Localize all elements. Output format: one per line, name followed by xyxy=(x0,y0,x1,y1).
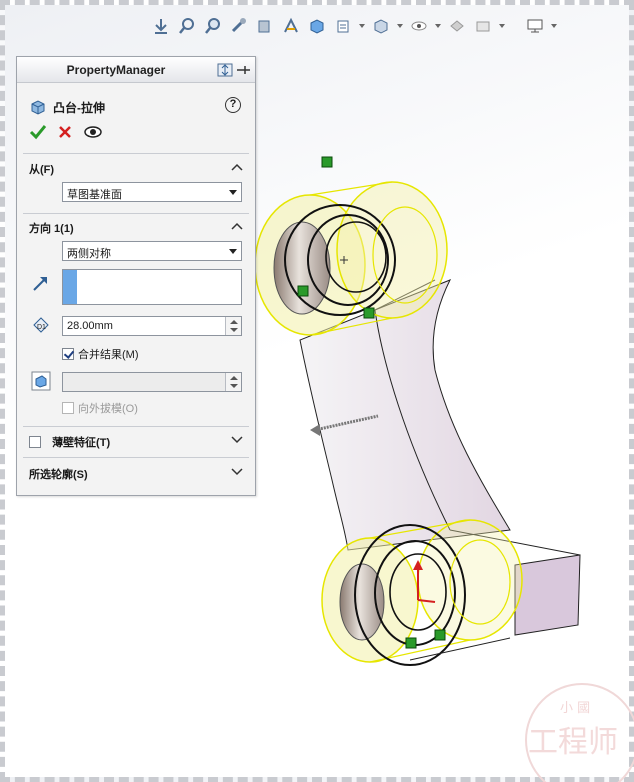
draft-outward-label: 向外拔模(O) xyxy=(78,403,138,415)
section-header-from[interactable]: 从(F) xyxy=(29,161,245,177)
panel-header: PropertyManager xyxy=(17,57,255,83)
action-buttons xyxy=(29,123,103,141)
draft-angle-input xyxy=(62,372,242,392)
display-style-icon[interactable] xyxy=(306,15,328,37)
zoom-in-out-icon[interactable] xyxy=(202,15,224,37)
depth-value: 28.00mm xyxy=(67,320,113,332)
chevron-down-icon[interactable] xyxy=(231,467,243,477)
direction-arrow-icon xyxy=(33,277,47,291)
hide-show-icon[interactable] xyxy=(332,15,354,37)
view-settings-icon[interactable] xyxy=(472,15,494,37)
section-view-icon[interactable] xyxy=(254,15,276,37)
pin-icon[interactable] xyxy=(235,62,251,78)
panel-title: PropertyManager xyxy=(66,63,166,77)
draft-icon[interactable] xyxy=(31,371,51,391)
close-icon[interactable] xyxy=(57,124,73,140)
edit-appearance-icon[interactable] xyxy=(370,15,392,37)
svg-text:工程师: 工程师 xyxy=(528,725,618,760)
section-header-thin-feature[interactable]: 薄壁特征(T) xyxy=(29,434,245,450)
help-icon[interactable]: ? xyxy=(225,97,241,113)
watermark-seal: 小 國 工程师 xyxy=(525,683,634,782)
expand-panel-icon[interactable] xyxy=(217,62,233,78)
svg-text:D1: D1 xyxy=(37,324,46,331)
section-label-selected-contours: 所选轮廓(S) xyxy=(29,469,88,481)
scene-icon[interactable] xyxy=(446,15,468,37)
view-orientation-icon[interactable] xyxy=(280,15,302,37)
end-condition-value: 两侧对称 xyxy=(67,248,111,260)
depth-input[interactable]: 28.00mm xyxy=(62,316,242,336)
from-select-value: 草图基准面 xyxy=(67,189,122,201)
draft-outward-checkbox xyxy=(62,402,74,414)
eye-icon[interactable] xyxy=(83,124,103,140)
selection-accent xyxy=(63,270,77,304)
zoom-area-icon[interactable] xyxy=(176,15,198,37)
depth-icon: D1 xyxy=(33,317,49,333)
screenshot-frame: PropertyManager 凸台-拉伸 ? 从(F) 草图基准面 方向 1(… xyxy=(0,0,634,782)
draft-outward-row: 向外拔模(O) xyxy=(62,400,138,416)
from-select[interactable]: 草图基准面 xyxy=(62,182,242,202)
dropdown-arrow-icon xyxy=(229,249,237,254)
divider xyxy=(23,457,249,458)
graphics-area[interactable]: PropertyManager 凸台-拉伸 ? 从(F) 草图基准面 方向 1(… xyxy=(10,10,634,782)
divider xyxy=(23,426,249,427)
divider xyxy=(23,213,249,214)
draft-angle-spinner xyxy=(225,373,241,391)
svg-text:小 國: 小 國 xyxy=(560,701,590,716)
feature-title-row: 凸台-拉伸 ? xyxy=(29,97,245,117)
extrude-boss-icon xyxy=(31,100,45,115)
direction-reference-listbox[interactable] xyxy=(62,269,242,305)
chevron-up-icon[interactable] xyxy=(231,221,243,231)
property-manager-panel: PropertyManager 凸台-拉伸 ? 从(F) 草图基准面 方向 1(… xyxy=(16,56,256,496)
rotate-icon[interactable] xyxy=(228,15,250,37)
section-label-thin-feature: 薄壁特征(T) xyxy=(52,437,111,449)
display-icon[interactable] xyxy=(524,15,546,37)
eye-icon[interactable] xyxy=(408,15,430,37)
heads-up-view-toolbar xyxy=(150,14,558,38)
chevron-down-icon[interactable] xyxy=(550,15,558,37)
depth-spinner[interactable] xyxy=(225,317,241,335)
dropdown-arrow-icon xyxy=(229,190,237,195)
merge-result-checkbox[interactable] xyxy=(62,348,74,360)
section-label-direction1: 方向 1(1) xyxy=(29,223,74,235)
check-icon[interactable] xyxy=(29,123,47,141)
chevron-down-icon[interactable] xyxy=(498,15,506,37)
chevron-up-icon[interactable] xyxy=(231,162,243,172)
chevron-down-icon[interactable] xyxy=(358,15,366,37)
chevron-down-icon[interactable] xyxy=(434,15,442,37)
chevron-down-icon[interactable] xyxy=(231,435,243,445)
zoom-fit-icon[interactable] xyxy=(150,15,172,37)
section-header-selected-contours[interactable]: 所选轮廓(S) xyxy=(29,466,245,482)
section-header-direction1[interactable]: 方向 1(1) xyxy=(29,220,245,236)
merge-result-row[interactable]: 合并结果(M) xyxy=(62,346,139,362)
chevron-down-icon[interactable] xyxy=(396,15,404,37)
merge-result-label: 合并结果(M) xyxy=(78,349,139,361)
feature-name: 凸台-拉伸 xyxy=(53,101,105,115)
thin-feature-checkbox[interactable] xyxy=(29,436,41,448)
end-condition-select[interactable]: 两侧对称 xyxy=(62,241,242,261)
divider xyxy=(23,153,249,154)
section-label-from: 从(F) xyxy=(29,164,55,176)
